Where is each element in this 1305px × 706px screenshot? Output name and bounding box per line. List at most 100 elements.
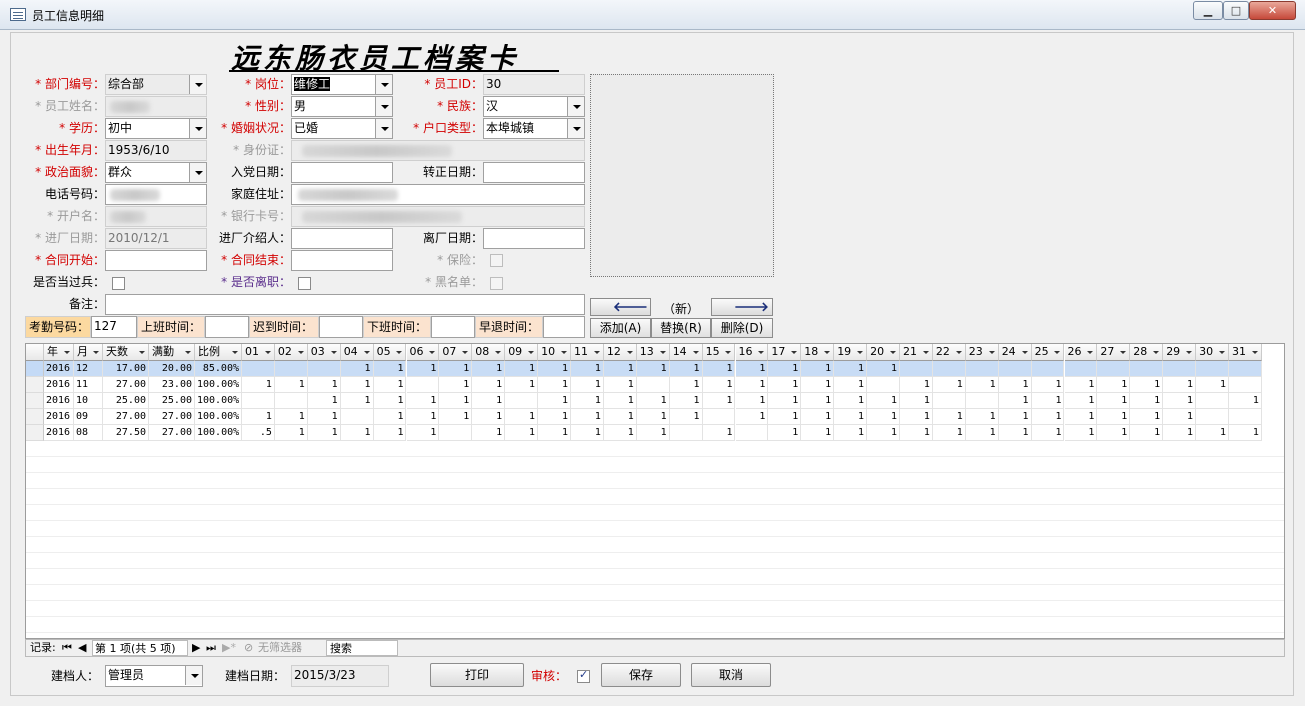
table-cell[interactable]: 1 [274,425,308,441]
table-cell[interactable]: 1 [1130,425,1164,441]
account-name-field[interactable] [105,206,207,227]
table-cell[interactable] [900,361,933,377]
column-header[interactable]: 09 [505,344,539,361]
table-cell[interactable]: 1 [900,409,933,425]
sort-arrow-icon[interactable] [824,351,831,354]
row-selector[interactable] [26,425,44,441]
sort-arrow-icon[interactable] [1218,351,1225,354]
ethnic-select[interactable]: 汉 [483,96,585,117]
table-cell[interactable]: 1 [702,361,736,377]
column-header[interactable]: 03 [307,344,341,361]
print-button[interactable]: 打印 [430,663,524,687]
column-header[interactable]: 21 [900,344,933,361]
column-header[interactable]: 10 [538,344,571,361]
replace-photo-button[interactable]: 替换(R) [651,318,711,338]
table-cell[interactable]: 23.00 [149,377,195,393]
table-cell[interactable]: 1 [307,377,341,393]
emp-id-field[interactable]: 30 [483,74,585,95]
table-cell[interactable]: 27.00 [149,425,195,441]
column-header[interactable]: 月 [74,344,103,361]
table-cell[interactable] [340,409,374,425]
delete-photo-button[interactable]: 删除(D) [711,318,773,338]
contract-start-field[interactable] [105,250,207,271]
table-cell[interactable]: 1 [867,393,900,409]
table-cell[interactable]: 1 [571,361,604,377]
table-cell[interactable]: 1 [965,377,999,393]
table-cell[interactable]: 1 [439,377,473,393]
table-cell[interactable]: 2016 [44,393,74,409]
prev-photo-button[interactable]: 🡐 [590,298,651,316]
table-cell[interactable]: 100.00% [195,425,242,441]
table-cell[interactable]: 1 [801,393,835,409]
column-header[interactable]: 15 [702,344,736,361]
table-cell[interactable]: 1 [998,377,1032,393]
table-cell[interactable] [1229,361,1262,377]
table-cell[interactable]: 1 [735,377,769,393]
table-cell[interactable]: 1 [340,425,374,441]
minimize-button[interactable]: ▁ [1193,1,1223,20]
table-cell[interactable]: 2016 [44,409,74,425]
sort-arrow-icon[interactable] [593,351,600,354]
column-header[interactable]: 23 [965,344,999,361]
chevron-down-icon[interactable] [375,75,392,94]
table-cell[interactable] [1196,361,1229,377]
table-cell[interactable] [867,377,900,393]
sort-arrow-icon[interactable] [889,351,896,354]
table-cell[interactable]: 1 [900,393,933,409]
sort-arrow-icon[interactable] [758,351,765,354]
table-cell[interactable] [1163,361,1197,377]
maximize-button[interactable]: □ [1223,1,1249,20]
search-input[interactable]: 搜索 [326,640,398,656]
table-cell[interactable]: 1 [274,377,308,393]
table-cell[interactable]: 1 [1130,377,1164,393]
table-cell[interactable]: 1 [702,425,736,441]
table-cell[interactable]: 1 [834,425,868,441]
table-cell[interactable]: 1 [669,393,703,409]
soldier-checkbox[interactable] [112,277,125,290]
sort-arrow-icon[interactable] [93,351,99,354]
column-header[interactable]: 07 [439,344,473,361]
table-cell[interactable]: 1 [669,377,703,393]
column-header[interactable]: 11 [571,344,604,361]
table-cell[interactable]: 1 [702,377,736,393]
table-cell[interactable]: 1 [472,409,506,425]
table-cell[interactable]: 1 [1196,425,1229,441]
table-cell[interactable]: 1 [472,393,506,409]
off-time-field[interactable] [431,316,475,338]
creator-select[interactable]: 管理员 [105,665,203,687]
first-record-icon[interactable]: ⏮ [62,640,72,656]
table-cell[interactable]: 1 [603,377,637,393]
table-cell[interactable]: 2016 [44,361,74,377]
table-cell[interactable] [702,409,736,425]
table-cell[interactable]: 1 [373,425,407,441]
table-cell[interactable] [1229,409,1262,425]
table-cell[interactable]: 1 [571,409,604,425]
table-cell[interactable]: 1 [834,409,868,425]
next-record-icon[interactable]: ▶ [192,640,200,656]
table-cell[interactable] [965,393,999,409]
table-cell[interactable]: 1 [636,393,670,409]
column-header[interactable]: 14 [669,344,703,361]
table-cell[interactable]: 1 [965,425,999,441]
table-cell[interactable]: 1 [735,409,769,425]
table-cell[interactable]: 1 [900,377,933,393]
name-field[interactable] [105,96,207,117]
table-cell[interactable] [439,425,473,441]
chevron-down-icon[interactable] [185,666,202,685]
table-cell[interactable]: 1 [932,425,966,441]
table-cell[interactable]: 1 [768,425,802,441]
insurance-checkbox[interactable] [490,254,503,267]
table-cell[interactable]: 1 [406,393,440,409]
no-filter-button[interactable]: 无筛选器 [258,640,302,656]
leave-date-field[interactable] [483,228,585,249]
table-cell[interactable]: 1 [636,425,670,441]
chevron-down-icon[interactable] [189,75,206,94]
table-cell[interactable]: 1 [406,361,440,377]
table-cell[interactable]: 1 [538,377,571,393]
table-cell[interactable]: 08 [74,425,103,441]
table-cell[interactable]: 1 [768,393,802,409]
table-cell[interactable]: 1 [1130,409,1164,425]
table-cell[interactable]: 1 [373,377,407,393]
table-cell[interactable]: 1 [406,425,440,441]
table-cell[interactable]: 1 [340,361,374,377]
